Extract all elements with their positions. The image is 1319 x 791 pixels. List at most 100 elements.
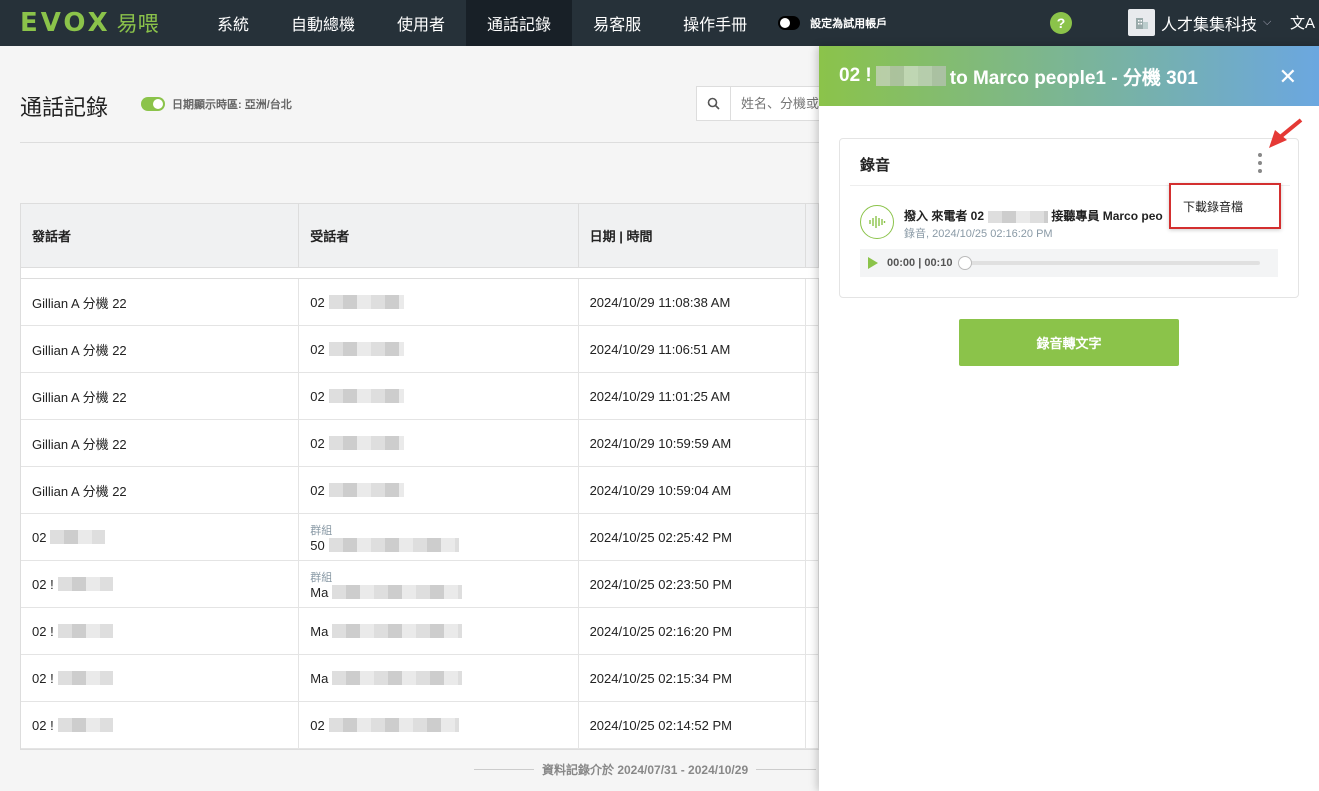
company-menu[interactable]: 人才集集科技 ⌵ [1128, 9, 1271, 36]
table-row[interactable]: Gillian A 分機 22 02 2024/10/29 10:59:04 AM [21, 467, 819, 514]
nav-item-call-records[interactable]: 通話記錄 [466, 0, 573, 46]
caller-text: 02 ! [32, 717, 54, 733]
extra-cell [806, 608, 819, 654]
table-row[interactable]: 02 群組 50 2024/10/25 02:25:42 PM [21, 514, 819, 561]
recording-line-a: 撥入 來電者 02 [904, 209, 985, 223]
caller-text: 02 ! [32, 670, 54, 686]
extra-cell [806, 279, 819, 325]
progress-track[interactable] [958, 256, 1261, 270]
nav-item-customer-service[interactable]: 易客服 [572, 0, 662, 46]
close-icon[interactable]: ✕ [1279, 64, 1297, 90]
callee-text: Ma [310, 584, 329, 600]
datetime-cell: 2024/10/29 11:08:38 AM [579, 279, 806, 325]
caller-wrap: 02 ! [32, 624, 298, 639]
nav-item-users[interactable]: 使用者 [376, 0, 466, 46]
callee-wrap: Ma [310, 624, 577, 639]
table-row[interactable]: Gillian A 分機 22 02 2024/10/29 10:59:59 AM [21, 420, 819, 467]
help-icon[interactable]: ? [1050, 12, 1072, 34]
divider [20, 142, 820, 143]
callee-cell: 02 [299, 373, 579, 419]
chevron-down-icon: ⌵ [1263, 16, 1272, 28]
toggle-switch[interactable] [778, 16, 801, 30]
redacted-number [328, 295, 404, 309]
callee-cell: 群組 50 [299, 514, 579, 560]
table-row[interactable]: Gillian A 分機 22 02 2024/10/29 11:06:51 AM [21, 326, 819, 373]
redacted-number [328, 538, 459, 552]
redacted-number [328, 389, 404, 403]
column-header-caller[interactable]: 發話者 [21, 204, 300, 267]
play-icon[interactable] [868, 257, 878, 269]
nav-item-manual[interactable]: 操作手冊 [662, 0, 768, 46]
redacted-number [328, 436, 404, 450]
redacted-number [328, 342, 404, 356]
table-row[interactable]: Gillian A 分機 22 02 2024/10/29 11:01:25 AM [21, 373, 819, 420]
callee-cell: Ma [299, 655, 579, 701]
column-header-more [806, 204, 819, 267]
column-header-datetime[interactable]: 日期 | 時間 [579, 204, 806, 267]
extra-cell [806, 561, 819, 607]
nav-item-system[interactable]: 系統 [196, 0, 270, 46]
table-row[interactable]: 02 ! 02 2024/10/25 02:14:52 PM [21, 702, 819, 749]
redacted-number [332, 671, 463, 685]
caller-cell: 02 ! [21, 561, 300, 607]
caller-cell: 02 ! [21, 702, 300, 748]
table-row[interactable]: Gillian A 分機 22 02 2024/10/29 11:08:38 AM [21, 279, 819, 326]
callee-text: Ma [310, 623, 329, 639]
search-icon[interactable] [697, 87, 731, 120]
callee-cell: Ma [299, 608, 579, 654]
redacted-number [50, 530, 106, 544]
datetime-cell: 2024/10/25 02:14:52 PM [579, 702, 806, 748]
datetime-cell: 2024/10/25 02:16:20 PM [579, 608, 806, 654]
callee-wrap: 02 [310, 436, 577, 451]
caller-text: Gillian A 分機 22 [32, 295, 127, 311]
timezone-toggle[interactable]: 日期顯示時區: 亞洲/台北 [141, 96, 292, 112]
timezone-label: 日期顯示時區: 亞洲/台北 [172, 99, 292, 111]
datetime-cell: 2024/10/25 02:25:42 PM [579, 514, 806, 560]
brand-logo[interactable]: EVOX 易喂 [0, 0, 196, 46]
column-header-callee[interactable]: 受話者 [299, 204, 579, 267]
callee-text: Ma [310, 670, 329, 686]
extra-cell [806, 514, 819, 560]
datetime-cell: 2024/10/25 02:15:34 PM [579, 655, 806, 701]
building-icon [1128, 9, 1155, 36]
nav-item-auto-attendant[interactable]: 自動總機 [270, 0, 376, 46]
callee-wrap: 02 [310, 718, 577, 733]
callee-group-label: 群組 [310, 571, 333, 584]
speech-to-text-button[interactable]: 錄音轉文字 [959, 319, 1179, 366]
caller-cell: 02 ! [21, 608, 300, 654]
caller-text: 02 ! [32, 623, 54, 639]
callee-wrap: Ma [310, 671, 577, 686]
call-records-table: 發話者 受話者 日期 | 時間 Gillian A 分機 22 02 2024/10… [20, 203, 820, 750]
callee-wrap: 02 [310, 389, 577, 404]
caller-cell: Gillian A 分機 22 [21, 420, 300, 466]
table-row[interactable]: 02 ! Ma 2024/10/25 02:16:20 PM [21, 608, 819, 655]
language-icon[interactable]: 文A [1290, 12, 1315, 33]
caller-cell: Gillian A 分機 22 [21, 326, 300, 372]
panel-header: 02 ! to Marco people1 - 分機 301 ✕ [819, 46, 1319, 106]
datetime-cell: 2024/10/29 10:59:59 AM [579, 420, 806, 466]
callee-wrap: 50 [310, 538, 577, 553]
recording-card-title: 錄音 [860, 157, 891, 174]
progress-knob[interactable] [958, 256, 973, 270]
top-navbar: EVOX 易喂 系統 自動總機 使用者 通話記錄 易客服 操作手冊 設定為試用帳… [0, 0, 1319, 46]
table-row[interactable]: 02 ! Ma 2024/10/25 02:15:34 PM [21, 655, 819, 702]
callee-cell: 02 [299, 467, 579, 513]
caller-text: 02 [32, 529, 47, 545]
search-box [696, 86, 836, 121]
brand-name: EVOX [20, 8, 111, 38]
callee-wrap: Ma [310, 585, 577, 600]
datetime-cell: 2024/10/29 11:06:51 AM [579, 326, 806, 372]
callee-wrap: 02 [310, 483, 577, 498]
trial-account-toggle[interactable]: 設定為試用帳戶 [778, 15, 887, 31]
datetime-cell: 2024/10/29 10:59:04 AM [579, 467, 806, 513]
caller-cell: 02 [21, 514, 300, 560]
table-row[interactable]: 02 ! 群組 Ma 2024/10/25 02:23:50 PM [21, 561, 819, 608]
more-options-icon[interactable] [1256, 153, 1264, 173]
download-recording-menu-item[interactable]: 下載錄音檔 [1169, 183, 1281, 229]
toggle-switch[interactable] [141, 97, 165, 111]
callee-group-label: 群組 [310, 524, 333, 537]
audio-player: 00:00 | 00:10 [860, 249, 1278, 277]
caller-text: Gillian A 分機 22 [32, 389, 127, 405]
datetime-cell: 2024/10/25 02:23:50 PM [579, 561, 806, 607]
redacted-number [57, 577, 113, 591]
